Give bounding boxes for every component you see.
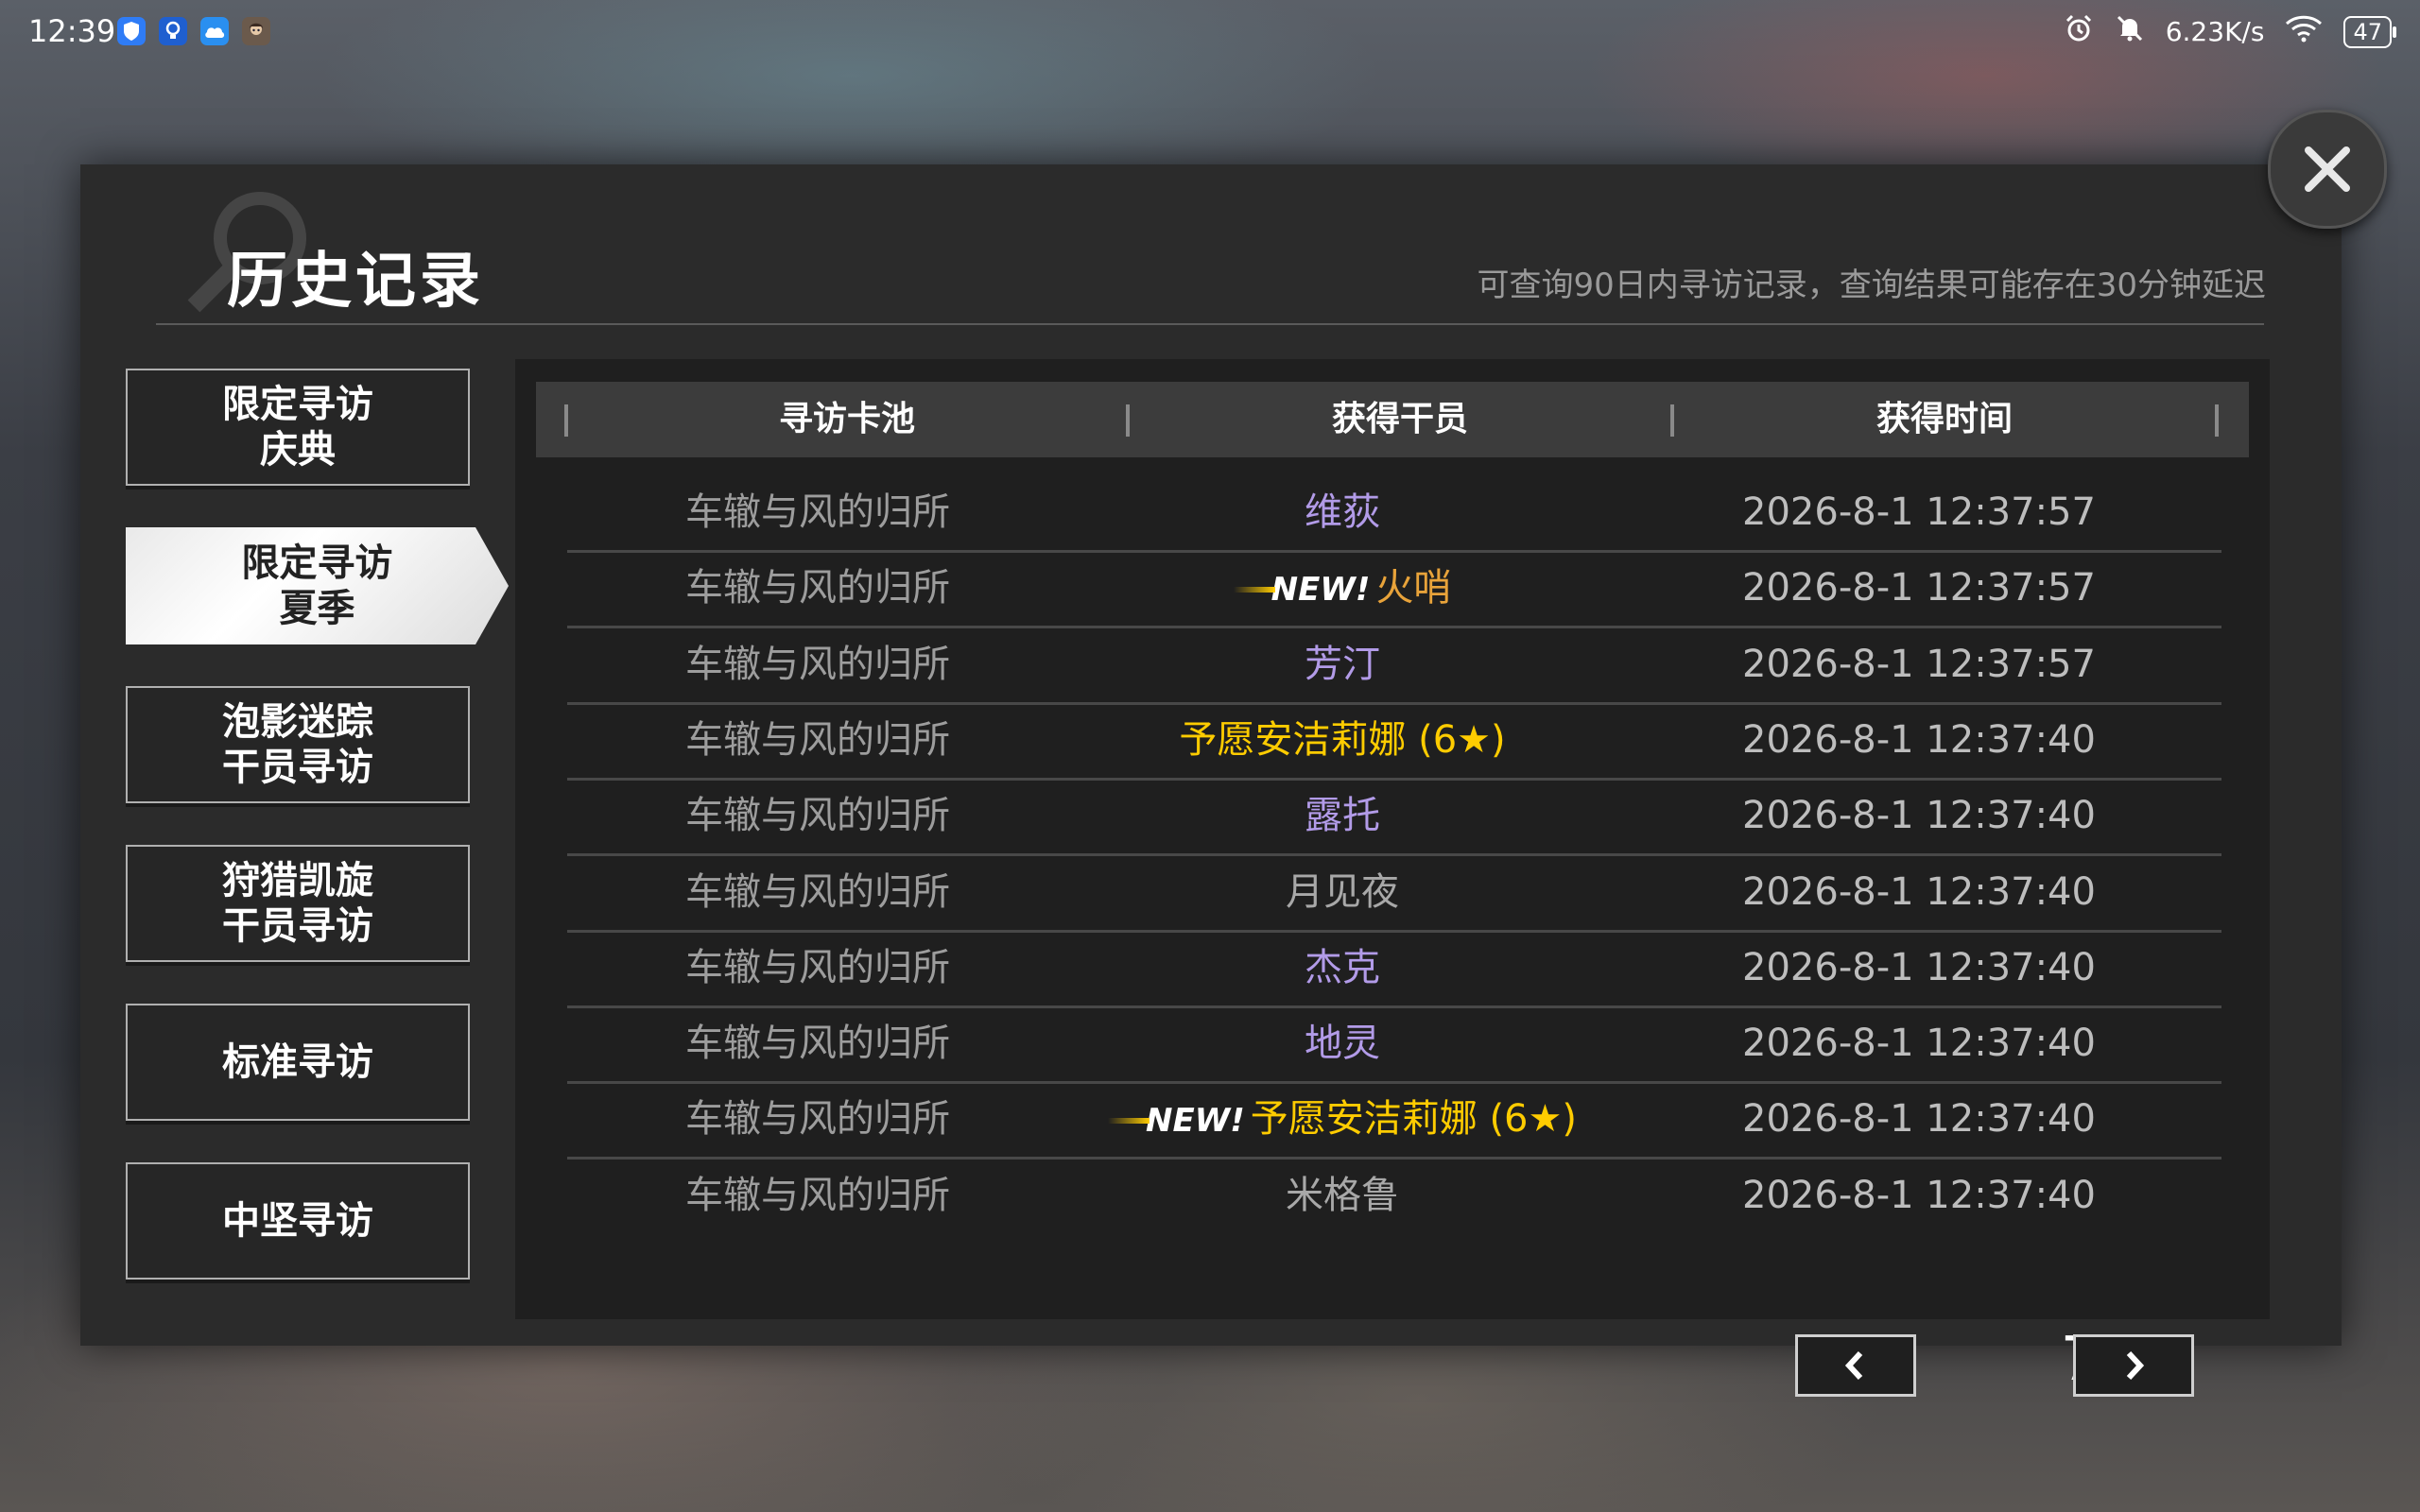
cell-time: 2026-8-1 12:37:40 <box>1742 718 2096 762</box>
new-badge: NEW! <box>1233 552 1370 627</box>
header-separator <box>2215 404 2219 437</box>
cell-pool: 车辙与风的归所 <box>685 946 950 989</box>
cell-time: 2026-8-1 12:37:57 <box>1742 490 2096 534</box>
battery-level: 47 <box>2353 18 2382 45</box>
tab-label-line1: 中坚寻访 <box>222 1199 373 1243</box>
close-icon <box>2305 146 2350 192</box>
tab-label-line1: 泡影迷踪 <box>222 700 373 744</box>
header-pool: 寻访卡池 <box>778 400 915 438</box>
tab-label-line2: 干员寻访 <box>222 904 373 948</box>
cell-time: 2026-8-1 12:37:40 <box>1742 1174 2096 1217</box>
chevron-right-icon <box>2126 1350 2145 1381</box>
tab-hunting-operator[interactable]: 狩猎凯旋 干员寻访 <box>126 845 470 962</box>
close-button[interactable] <box>2268 110 2387 229</box>
cell-pool: 车辙与风的归所 <box>685 1097 950 1141</box>
new-badge: NEW! <box>1108 1083 1245 1159</box>
tab-label-line1: 限定寻访 <box>241 541 393 585</box>
table-row: 车辙与风的归所 米格鲁 2026-8-1 12:37:40 <box>567 1158 2221 1233</box>
table-row: 车辙与风的归所 月见夜 2026-8-1 12:37:40 <box>567 854 2221 933</box>
cell-pool: 车辙与风的归所 <box>685 718 950 762</box>
title-divider <box>156 323 2264 325</box>
cloud-app-icon <box>200 17 229 45</box>
next-page-button[interactable] <box>2073 1334 2194 1397</box>
table-row: 车辙与风的归所 露托 2026-8-1 12:37:40 <box>567 778 2221 856</box>
operator-name: 地灵 <box>1305 1022 1380 1065</box>
header-time: 获得时间 <box>1876 400 2013 438</box>
operator-name: 维荻 <box>1305 490 1380 534</box>
cell-operator: 芳汀 <box>1068 627 1616 702</box>
operator-name: 火哨 <box>1375 566 1452 610</box>
cell-pool: 车辙与风的归所 <box>685 490 950 534</box>
tab-label-line2: 干员寻访 <box>222 746 373 789</box>
prev-page-button[interactable] <box>1795 1334 1916 1397</box>
cell-pool: 车辙与风的归所 <box>685 1022 950 1065</box>
cell-time: 2026-8-1 12:37:40 <box>1742 1022 2096 1065</box>
operator-name: 露托 <box>1305 794 1380 837</box>
bulb-app-icon <box>159 17 187 45</box>
shield-app-icon <box>117 17 146 45</box>
operator-name: 杰克 <box>1305 946 1380 989</box>
cell-time: 2026-8-1 12:37:40 <box>1742 946 2096 989</box>
dialog-title: 历史记录 <box>227 247 484 317</box>
cell-time: 2026-8-1 12:37:40 <box>1742 870 2096 914</box>
net-speed: 6.23K/s <box>2165 16 2265 47</box>
cell-time: 2026-8-1 12:37:40 <box>1742 1097 2096 1141</box>
table-row: 车辙与风的归所 杰克 2026-8-1 12:37:40 <box>567 930 2221 1008</box>
cell-operator: 米格鲁 <box>1068 1158 1616 1233</box>
cell-time: 2026-8-1 12:37:57 <box>1742 643 2096 686</box>
cell-operator: NEW! 火哨 <box>1068 550 1616 626</box>
alarm-icon <box>2064 13 2094 50</box>
tab-label-line1: 标准寻访 <box>222 1040 373 1084</box>
table-row: 车辙与风的归所 NEW! 予愿安洁莉娜 (6★) 2026-8-1 12:37:40 <box>567 1081 2221 1160</box>
dialog-subtitle: 可查询90日内寻访记录，查询结果可能存在30分钟延迟 <box>1477 266 2266 304</box>
status-time: 12:39 <box>28 13 116 49</box>
cell-operator: 维荻 <box>1068 474 1616 550</box>
tab-limited-summer[interactable]: 限定寻访 夏季 <box>126 527 509 644</box>
cell-operator: 月见夜 <box>1068 854 1616 930</box>
tab-phantom-operator[interactable]: 泡影迷踪 干员寻访 <box>126 686 470 803</box>
cell-pool: 车辙与风的归所 <box>685 643 950 686</box>
table-row: 车辙与风的归所 地灵 2026-8-1 12:37:40 <box>567 1005 2221 1084</box>
avatar-app-icon <box>242 17 270 45</box>
cell-operator: NEW! 予愿安洁莉娜 (6★) <box>1068 1081 1616 1157</box>
status-bar: 12:39 6.23K/s 47 <box>0 0 2420 66</box>
operator-name: 月见夜 <box>1286 870 1399 914</box>
header-operator: 获得干员 <box>1331 400 1468 438</box>
table-header: 寻访卡池 获得干员 获得时间 <box>536 382 2249 457</box>
table-row: 车辙与风的归所 NEW! 火哨 2026-8-1 12:37:57 <box>567 550 2221 628</box>
wifi-icon <box>2285 14 2323 49</box>
history-table-panel: 寻访卡池 获得干员 获得时间 车辙与风的归所 维荻 2026-8-1 12:37:5… <box>515 359 2270 1397</box>
tab-label-line2: 夏季 <box>279 587 355 630</box>
cell-operator: 杰克 <box>1068 930 1616 1005</box>
cell-time: 2026-8-1 12:37:40 <box>1742 794 2096 837</box>
cell-pool: 车辙与风的归所 <box>685 870 950 914</box>
tab-standard[interactable]: 标准寻访 <box>126 1004 470 1121</box>
cell-pool: 车辙与风的归所 <box>685 794 950 837</box>
cell-operator: 地灵 <box>1068 1005 1616 1081</box>
tab-label-line1: 狩猎凯旋 <box>222 859 373 902</box>
history-dialog: 历史记录 可查询90日内寻访记录，查询结果可能存在30分钟延迟 限定寻访 庆典 … <box>80 164 2342 1397</box>
table-row: 车辙与风的归所 芳汀 2026-8-1 12:37:57 <box>567 627 2221 705</box>
chevron-left-icon <box>1844 1350 1863 1381</box>
cell-pool: 车辙与风的归所 <box>685 566 950 610</box>
table-row: 车辙与风的归所 维荻 2026-8-1 12:37:57 <box>567 474 2221 553</box>
table-row: 车辙与风的归所 予愿安洁莉娜 (6★) 2026-8-1 12:37:40 <box>567 702 2221 781</box>
cell-pool: 车辙与风的归所 <box>685 1174 950 1217</box>
operator-name: 芳汀 <box>1305 643 1380 686</box>
cell-operator: 露托 <box>1068 778 1616 853</box>
cell-operator: 予愿安洁莉娜 (6★) <box>1068 702 1616 778</box>
tab-label-line1: 限定寻访 <box>222 383 373 426</box>
operator-name: 予愿安洁莉娜 (6★) <box>1179 718 1506 762</box>
operator-name: 予愿安洁莉娜 (6★) <box>1250 1097 1577 1141</box>
tab-label-line2: 庆典 <box>260 428 336 472</box>
operator-name: 米格鲁 <box>1286 1174 1399 1217</box>
mute-icon <box>2115 13 2145 50</box>
battery-icon: 47 <box>2343 15 2396 48</box>
tab-limited-celebration[interactable]: 限定寻访 庆典 <box>126 369 470 486</box>
cell-time: 2026-8-1 12:37:57 <box>1742 566 2096 610</box>
tab-kernel[interactable]: 中坚寻访 <box>126 1162 470 1280</box>
